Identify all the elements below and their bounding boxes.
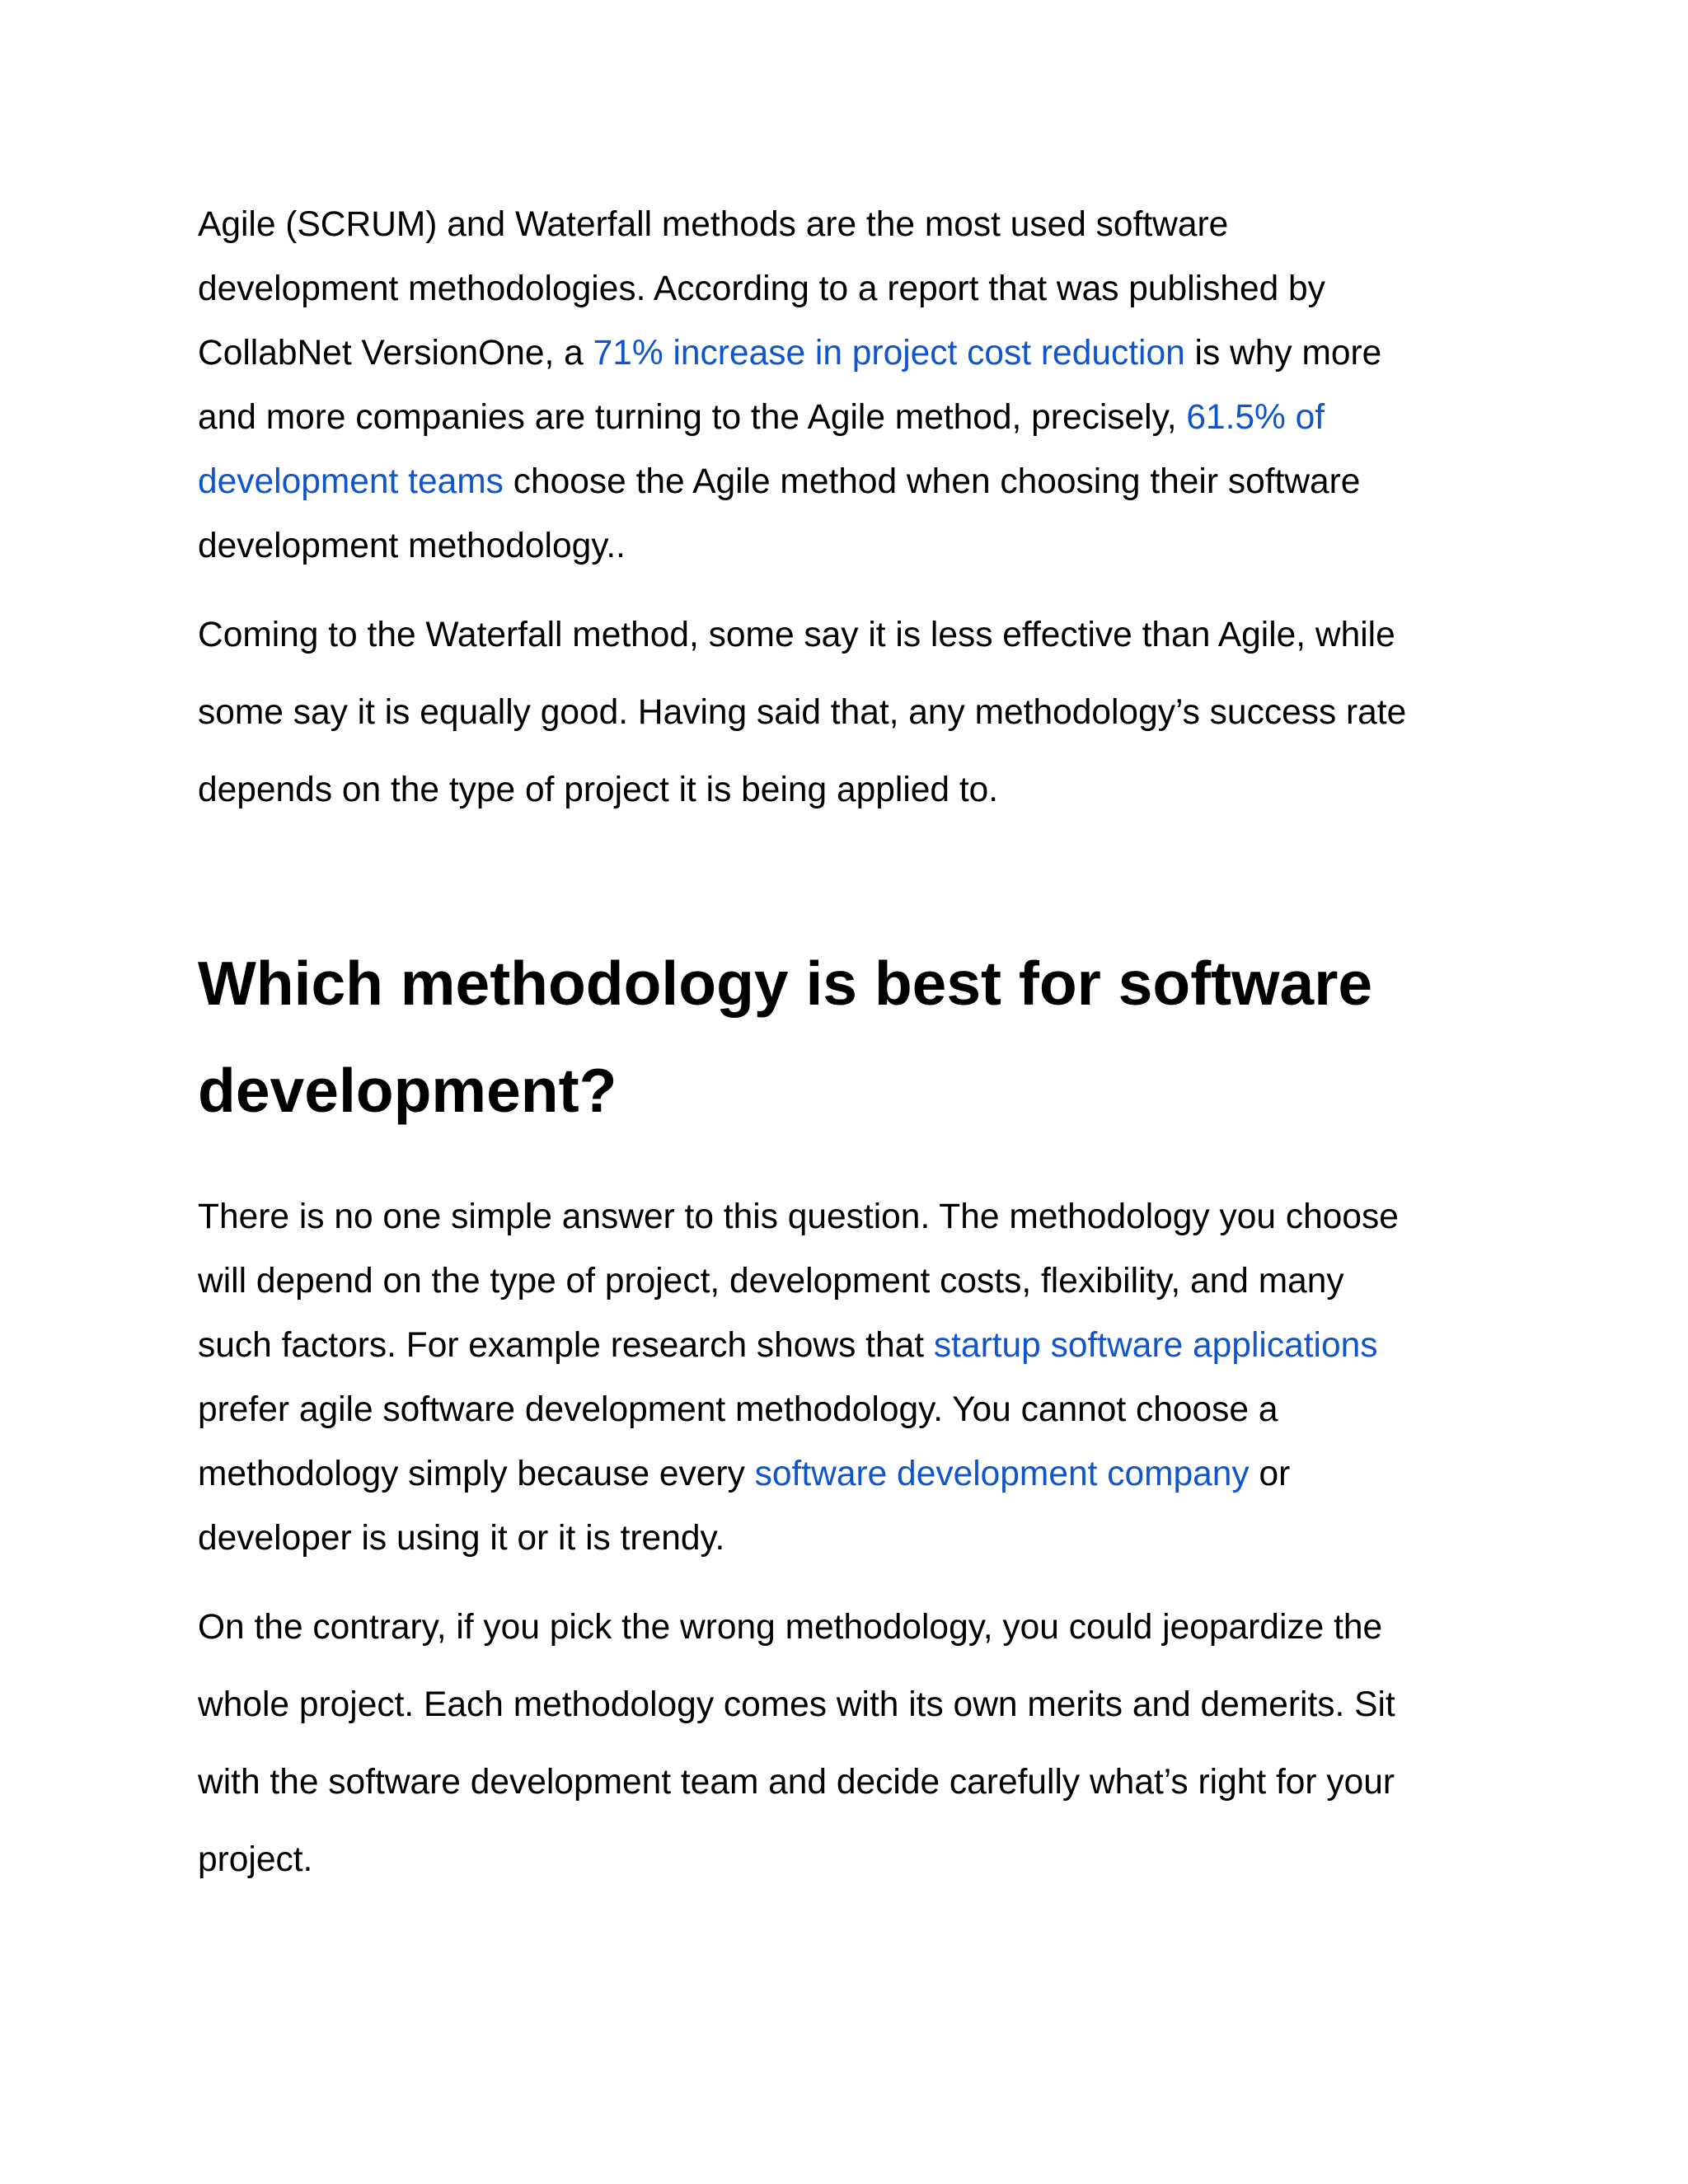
contrary-paragraph: On the contrary, if you pick the wrong m… — [198, 1589, 1395, 1899]
section-heading: Which methodology is best for software d… — [198, 930, 1372, 1144]
text-line: will depend on the type of project, deve… — [198, 1262, 1344, 1301]
text-line: project. — [198, 1840, 313, 1879]
text-span: and more companies are turning to the Ag… — [198, 398, 1187, 437]
text-span: is why more — [1184, 334, 1382, 373]
text-span: choose the Agile method when choosing th… — [503, 462, 1361, 501]
text-line: depends on the type of project it is bei… — [198, 771, 999, 809]
text-line: CollabNet VersionOne, a 71% increase in … — [198, 321, 1381, 386]
heading-line: development? — [198, 1056, 617, 1125]
text-line: development teams choose the Agile metho… — [198, 450, 1381, 514]
text-line: developer is using it or it is trendy. — [198, 1519, 725, 1558]
software-company-link[interactable]: software development company — [755, 1455, 1250, 1493]
text-line: methodology simply because every softwar… — [198, 1442, 1399, 1507]
text-line: There is no one simple answer to this qu… — [198, 1197, 1399, 1236]
waterfall-paragraph: Coming to the Waterfall method, some say… — [198, 597, 1406, 829]
text-span: CollabNet VersionOne, a — [198, 334, 593, 373]
text-line: and more companies are turning to the Ag… — [198, 386, 1381, 450]
intro-paragraph: Agile (SCRUM) and Waterfall methods are … — [198, 193, 1381, 579]
text-span: such factors. For example research shows… — [198, 1326, 934, 1365]
text-line: Agile (SCRUM) and Waterfall methods are … — [198, 205, 1229, 244]
text-line: whole project. Each methodology comes wi… — [198, 1685, 1395, 1724]
development-teams-link-part2[interactable]: development teams — [198, 462, 504, 501]
development-teams-link-part1[interactable]: 61.5% of — [1186, 398, 1325, 437]
text-line: prefer agile software development method… — [198, 1390, 1278, 1429]
text-line: On the contrary, if you pick the wrong m… — [198, 1608, 1383, 1647]
text-line: development methodologies. According to … — [198, 269, 1325, 308]
text-line: some say it is equally good. Having said… — [198, 693, 1407, 732]
text-line: with the software development team and d… — [198, 1763, 1395, 1802]
cost-reduction-link[interactable]: 71% increase in project cost reduction — [593, 334, 1185, 373]
text-line: such factors. For example research shows… — [198, 1314, 1399, 1378]
text-span: methodology simply because every — [198, 1455, 755, 1493]
text-span: or — [1249, 1455, 1291, 1493]
startup-software-link[interactable]: startup software applications — [934, 1326, 1378, 1365]
heading-line: Which methodology is best for software — [198, 949, 1373, 1018]
text-line: Coming to the Waterfall method, some say… — [198, 616, 1395, 654]
text-line: development methodology.. — [198, 527, 626, 565]
answer-paragraph: There is no one simple answer to this qu… — [198, 1185, 1399, 1571]
